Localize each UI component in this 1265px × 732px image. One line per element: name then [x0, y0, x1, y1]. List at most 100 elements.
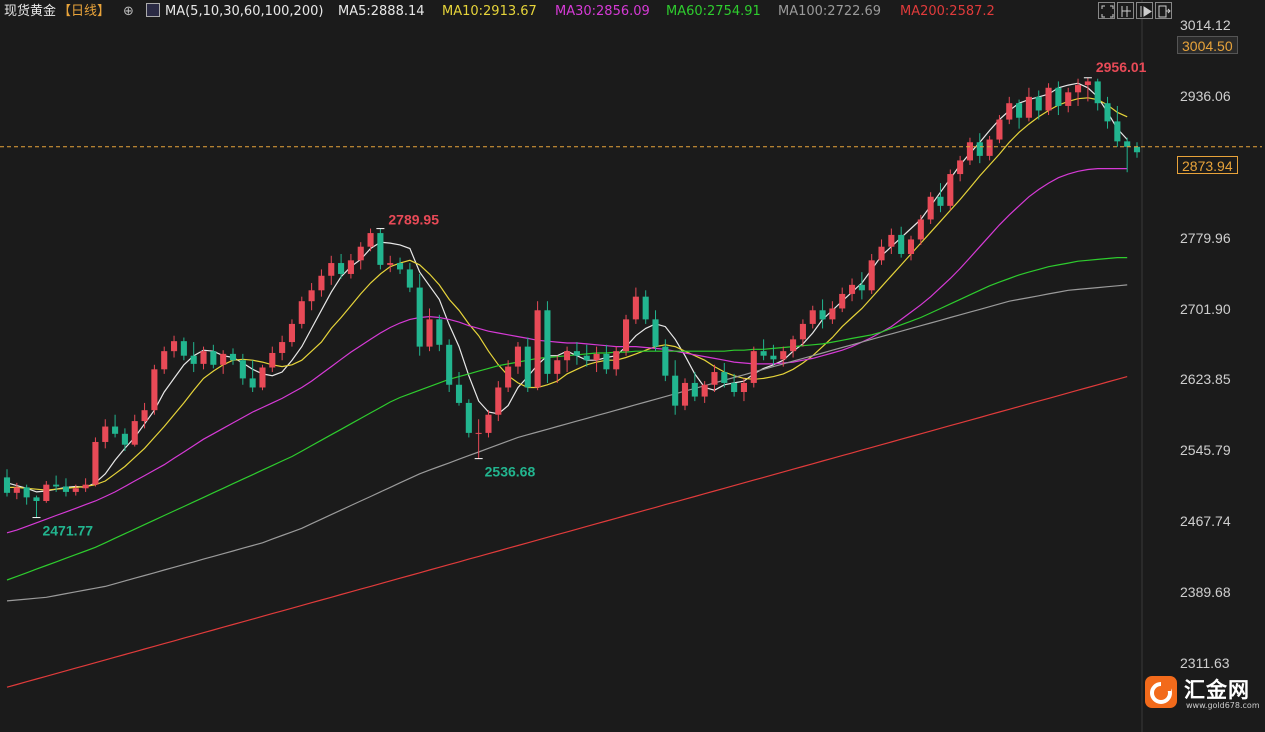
candle [642, 290, 649, 324]
y-tick-label: 2467.74 [1180, 513, 1231, 530]
ma5-value: MA5:2888.14 [338, 4, 425, 19]
candle [288, 319, 296, 347]
settings-icon[interactable]: ⊕ [123, 0, 134, 24]
candle-body [583, 355, 590, 361]
ma-parameters: MA(5,10,30,60,100,200) [165, 4, 324, 19]
candle [102, 419, 109, 449]
candle-body [1016, 103, 1023, 118]
period-label[interactable]: 【日线】 [58, 0, 110, 24]
candle [996, 115, 1003, 144]
candle-body [465, 402, 472, 433]
candle [593, 346, 600, 373]
instrument-title: 现货黄金 [4, 4, 57, 19]
candle [416, 273, 423, 356]
candle [161, 346, 168, 374]
candle-body [799, 323, 806, 340]
candle [839, 287, 846, 313]
candle [1065, 87, 1072, 113]
candle [583, 344, 590, 367]
candle-body [976, 142, 983, 156]
candle [564, 346, 571, 373]
candle-body [1035, 96, 1042, 111]
candle-body [858, 284, 865, 291]
candle [622, 314, 630, 356]
candle-body [770, 355, 777, 360]
candle [406, 263, 413, 293]
candle-body [957, 160, 964, 175]
candle-body [662, 346, 669, 376]
candle [799, 319, 806, 347]
candle-body [1074, 85, 1082, 93]
candle [878, 239, 885, 265]
candle [819, 299, 826, 329]
logo-url: www.gold678.com [1186, 701, 1260, 710]
candle [681, 378, 689, 411]
candle [92, 437, 99, 487]
candle [377, 228, 384, 270]
candle [1025, 87, 1032, 122]
candle-body [112, 426, 119, 434]
ma30-value: MA30:2856.09 [555, 4, 650, 19]
candle-body [790, 339, 797, 352]
candle-body [554, 360, 561, 374]
candle [318, 269, 325, 297]
current-price-label: 2873.94 [1177, 156, 1238, 174]
candle-body [347, 260, 354, 274]
candle-body [72, 488, 79, 492]
candle-body [878, 246, 885, 261]
candlestick-chart: 2789.95 2471.77 2536.68 2956.01 [0, 0, 1262, 732]
candle [180, 337, 187, 361]
fullscreen-icon[interactable] [1098, 2, 1115, 19]
candle [858, 272, 865, 300]
candle-body [1104, 103, 1111, 122]
candle-body [711, 372, 718, 385]
candle [1104, 96, 1111, 129]
candle [1055, 81, 1062, 116]
candle-body [3, 477, 11, 493]
candle [750, 346, 757, 388]
indicator-icon[interactable] [146, 3, 160, 17]
candle-body [338, 263, 345, 274]
candle [947, 169, 954, 211]
candle [1124, 137, 1131, 173]
candle-body [937, 196, 944, 206]
candle-body [927, 196, 934, 220]
y-tick-label: 2389.68 [1180, 584, 1231, 601]
candle-body [102, 426, 109, 442]
layout-icon[interactable] [1117, 2, 1134, 19]
candle-body [328, 263, 335, 276]
candle [357, 242, 364, 270]
y-tick-label: 2779.96 [1180, 229, 1231, 246]
candle-body [259, 367, 266, 388]
logo-icon [1145, 676, 1177, 708]
y-tick-label: 3014.12 [1180, 17, 1231, 33]
candle-body [848, 284, 856, 294]
candle-body [416, 287, 423, 347]
candle-body [839, 293, 846, 309]
candle-body [721, 372, 728, 383]
candle [1016, 99, 1023, 129]
candle-body [1124, 141, 1131, 147]
candle-body [200, 351, 207, 364]
candle [672, 360, 679, 415]
y-axis: 3014.12 2936.06 2779.96 2701.90 2623.85 2545.… [1148, 0, 1265, 732]
candle [131, 414, 138, 447]
candle-body [672, 375, 679, 406]
candle-body [455, 384, 463, 403]
candle [632, 287, 639, 324]
candle [711, 364, 718, 393]
candle-body [121, 433, 128, 445]
candle-body [760, 351, 767, 356]
candle-body [1045, 87, 1052, 111]
candle [1006, 96, 1013, 125]
candle-body [868, 260, 875, 291]
ma-line-ma10 [7, 97, 1128, 491]
candle [33, 495, 40, 518]
ma60-value: MA60:2754.91 [666, 4, 761, 19]
candle [809, 305, 816, 329]
candle-body [220, 353, 227, 365]
candle [269, 346, 276, 373]
candle-body [819, 310, 826, 320]
candle [573, 342, 580, 365]
candle [1045, 83, 1052, 116]
